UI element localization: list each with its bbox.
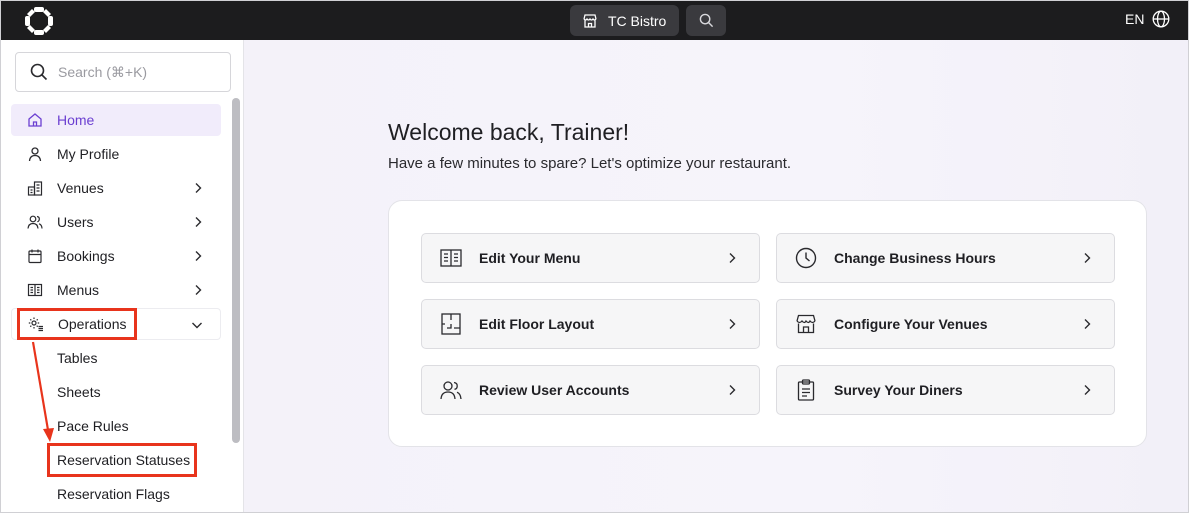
sidebar-subitem-tables[interactable]: Tables — [11, 342, 221, 374]
sidebar-scrollbar[interactable] — [232, 98, 240, 443]
chevron-right-icon — [1084, 319, 1091, 329]
app-window: TC Bistro EN Ho — [0, 0, 1189, 513]
sidebar-subitem-pace-rules[interactable]: Pace Rules — [11, 410, 221, 442]
edit-floor-layout-button[interactable]: Edit Floor Layout — [421, 299, 760, 349]
chevron-right-icon — [729, 253, 736, 263]
chevron-down-icon — [192, 322, 202, 329]
clipboard-icon — [794, 378, 818, 402]
home-icon — [27, 112, 43, 128]
review-user-accounts-button[interactable]: Review User Accounts — [421, 365, 760, 415]
survey-your-diners-button[interactable]: Survey Your Diners — [776, 365, 1115, 415]
sidebar: Home My Profile Venues Users — [1, 40, 244, 512]
change-business-hours-button[interactable]: Change Business Hours — [776, 233, 1115, 283]
global-search-button[interactable] — [686, 5, 726, 36]
sidebar-nav: Home My Profile Venues Users Bookings Me… — [11, 104, 221, 512]
welcome-heading: Welcome back, Trainer! — [388, 119, 630, 145]
sidebar-item-label: Operations — [58, 316, 127, 332]
sidebar-subitem-sheets[interactable]: Sheets — [11, 376, 221, 408]
search-input[interactable] — [58, 64, 208, 80]
sidebar-item-label: Users — [57, 214, 94, 230]
sidebar-item-menus[interactable]: Menus — [11, 274, 221, 306]
sidebar-item-label: Bookings — [57, 248, 115, 264]
sidebar-subitem-reservation-statuses[interactable]: Reservation Statuses — [11, 444, 221, 476]
building-icon — [27, 180, 43, 196]
chevron-right-icon — [195, 183, 202, 193]
language-label: EN — [1125, 11, 1145, 27]
chevron-right-icon — [195, 251, 202, 261]
action-label: Survey Your Diners — [834, 382, 963, 398]
calendar-icon — [27, 248, 43, 264]
sidebar-item-bookings[interactable]: Bookings — [11, 240, 221, 272]
top-bar: TC Bistro EN — [1, 1, 1188, 40]
sidebar-item-my-profile[interactable]: My Profile — [11, 138, 221, 170]
quick-actions-card: Edit Your Menu Change Business Hours Edi… — [388, 200, 1147, 447]
globe-icon — [1153, 10, 1170, 28]
menu-book-icon — [27, 282, 43, 298]
app-logo[interactable] — [25, 7, 53, 35]
chevron-right-icon — [1084, 385, 1091, 395]
search-icon — [30, 63, 48, 81]
sidebar-item-label: Home — [57, 112, 95, 128]
chevron-right-icon — [729, 319, 736, 329]
sidebar-item-operations[interactable]: Operations — [11, 308, 221, 340]
chevron-right-icon — [195, 217, 202, 227]
sidebar-item-venues[interactable]: Venues — [11, 172, 221, 204]
gear-list-icon — [28, 316, 44, 332]
sidebar-item-label: Venues — [57, 180, 104, 196]
venue-name: TC Bistro — [608, 12, 667, 29]
action-label: Configure Your Venues — [834, 316, 988, 332]
action-label: Review User Accounts — [479, 382, 630, 398]
chevron-right-icon — [195, 285, 202, 295]
sidebar-item-home[interactable]: Home — [11, 104, 221, 136]
users-icon — [27, 214, 43, 230]
welcome-subtitle: Have a few minutes to spare? Let's optim… — [388, 155, 792, 172]
main-content: Welcome back, Trainer! Have a few minute… — [244, 40, 1188, 512]
search-icon — [699, 13, 713, 28]
edit-your-menu-button[interactable]: Edit Your Menu — [421, 233, 760, 283]
users-icon — [439, 378, 463, 402]
clock-icon — [794, 246, 818, 270]
venue-switcher-button[interactable]: TC Bistro — [570, 5, 679, 36]
action-label: Change Business Hours — [834, 250, 996, 266]
user-icon — [27, 146, 43, 162]
sidebar-subitem-reservation-flags[interactable]: Reservation Flags — [11, 478, 221, 510]
sidebar-item-label: Menus — [57, 282, 100, 298]
sidebar-item-users[interactable]: Users — [11, 206, 221, 238]
configure-your-venues-button[interactable]: Configure Your Venues — [776, 299, 1115, 349]
floor-plan-icon — [439, 312, 463, 336]
storefront-icon — [583, 13, 597, 28]
action-label: Edit Floor Layout — [479, 316, 595, 332]
sidebar-search[interactable] — [15, 52, 231, 92]
menu-book-icon — [439, 246, 463, 270]
chevron-right-icon — [729, 385, 736, 395]
language-selector[interactable]: EN — [1125, 10, 1170, 28]
sidebar-item-label: My Profile — [57, 146, 120, 162]
action-label: Edit Your Menu — [479, 250, 581, 266]
storefront-icon — [794, 312, 818, 336]
chevron-right-icon — [1084, 253, 1091, 263]
